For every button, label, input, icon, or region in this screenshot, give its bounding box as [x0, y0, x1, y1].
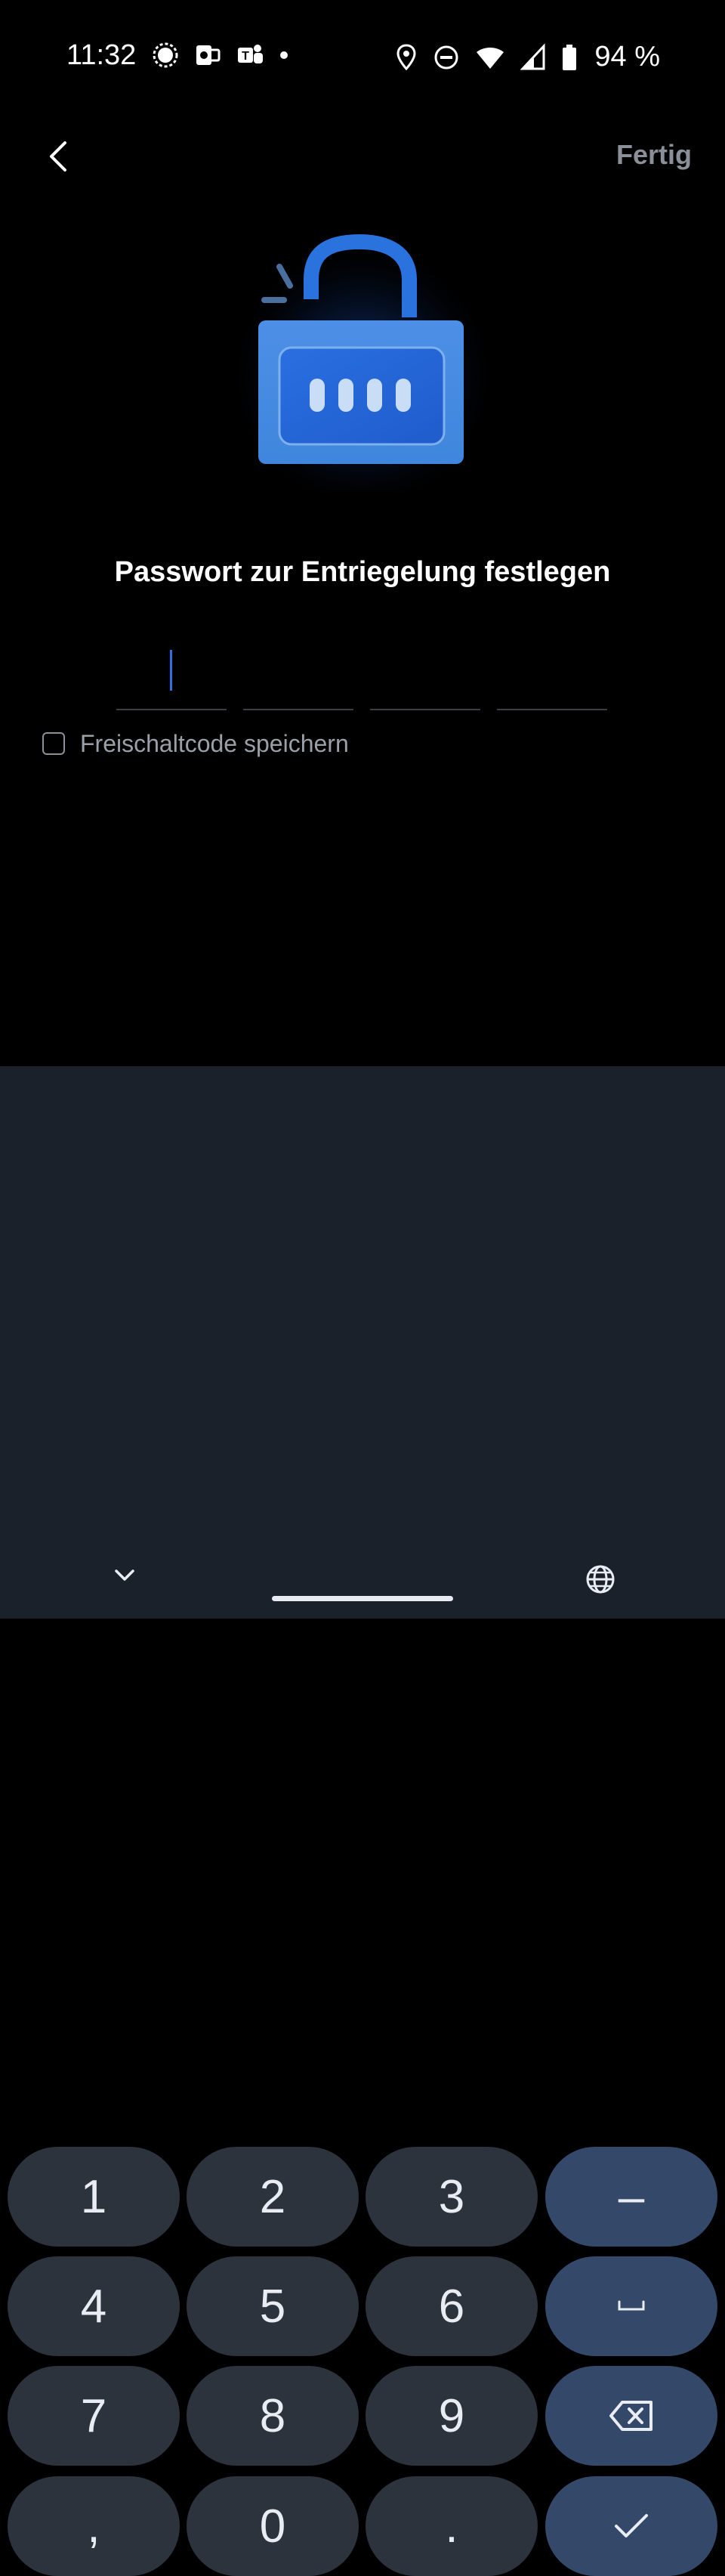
top-bar: Fertig [0, 128, 725, 181]
pin-slot-4[interactable] [497, 633, 607, 710]
globe-icon [586, 1565, 615, 1594]
lock-illustration [227, 219, 498, 499]
status-bar: 11:32 T 94 % [0, 0, 725, 113]
outlook-icon [196, 45, 221, 65]
cell-signal-icon [520, 42, 545, 70]
battery-icon [563, 44, 577, 70]
notification-icons: T [151, 41, 290, 70]
checkmark-icon [615, 2514, 648, 2537]
key-dash[interactable]: – [545, 2147, 717, 2247]
enter-key[interactable] [545, 2476, 717, 2576]
system-icons: 94 % [395, 41, 660, 73]
key-2[interactable]: 2 [187, 2147, 359, 2247]
key-9[interactable]: 9 [366, 2366, 538, 2466]
key-comma[interactable]: , [8, 2476, 180, 2576]
space-icon [618, 2300, 645, 2311]
svg-text:T: T [242, 50, 249, 63]
key-3[interactable]: 3 [366, 2147, 538, 2247]
save-code-label: Freischaltcode speichern [80, 729, 349, 757]
pin-slot-2[interactable] [243, 633, 353, 710]
status-time: 11:32 [66, 39, 137, 71]
save-code-checkbox[interactable] [42, 732, 65, 755]
padlock-icon [227, 227, 498, 499]
done-button[interactable]: Fertig [616, 139, 692, 171]
language-switch-button[interactable] [582, 1560, 619, 1598]
dot-icon [280, 51, 288, 59]
chevron-down-icon [115, 1569, 134, 1581]
key-0[interactable]: 0 [187, 2476, 359, 2576]
key-5[interactable]: 5 [187, 2256, 359, 2356]
key-7[interactable]: 7 [8, 2366, 180, 2466]
page-title: Passwort zur Entriegelung festlegen [114, 556, 611, 588]
backspace-key[interactable] [545, 2366, 717, 2466]
pin-slot-3[interactable] [370, 633, 480, 710]
location-icon [396, 43, 416, 70]
save-code-option[interactable]: Freischaltcode speichern [42, 728, 349, 759]
key-4[interactable]: 4 [8, 2256, 180, 2356]
backspace-icon [609, 2401, 652, 2431]
key-1[interactable]: 1 [8, 2147, 180, 2247]
teams-icon: T [238, 45, 263, 63]
text-cursor [170, 650, 172, 691]
home-indicator[interactable] [272, 1596, 453, 1601]
key-6[interactable]: 6 [366, 2256, 538, 2356]
chevron-left-icon [50, 141, 66, 172]
key-8[interactable]: 8 [187, 2366, 359, 2466]
pin-input[interactable] [116, 633, 609, 710]
numeric-keyboard [0, 1066, 725, 1619]
hide-keyboard-button[interactable] [106, 1557, 143, 1594]
do-not-disturb-icon [434, 45, 458, 69]
battery-percent: 94 % [594, 41, 660, 73]
pin-slot-1[interactable] [116, 633, 227, 710]
key-space[interactable] [545, 2256, 717, 2356]
signal-messenger-icon [153, 42, 178, 68]
wifi-icon [477, 47, 504, 69]
key-period[interactable]: . [366, 2476, 538, 2576]
back-button[interactable] [39, 138, 77, 175]
